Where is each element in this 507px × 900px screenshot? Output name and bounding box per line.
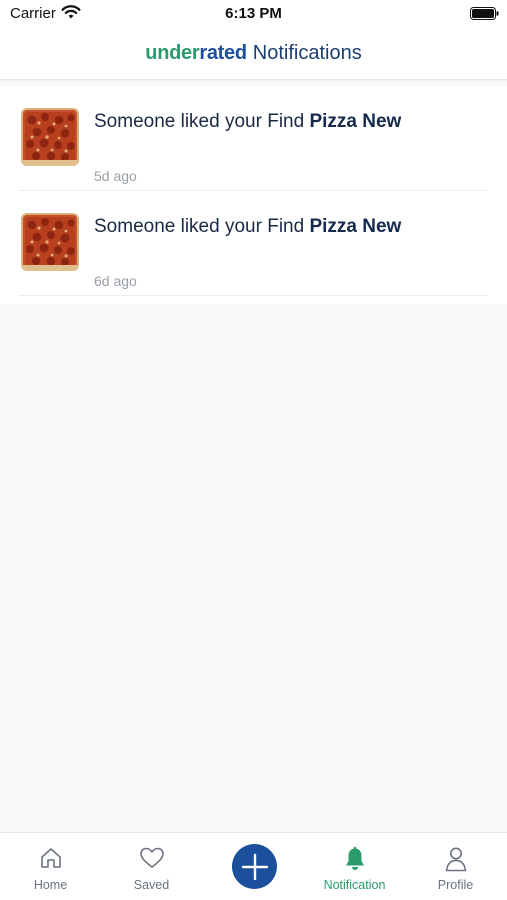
status-bar: Carrier 6:13 PM bbox=[0, 0, 507, 28]
heart-icon bbox=[139, 847, 164, 868]
tab-notification-label: Notification bbox=[323, 878, 386, 892]
tab-saved-label: Saved bbox=[133, 878, 170, 892]
person-icon bbox=[445, 847, 466, 872]
tab-home-label: Home bbox=[33, 878, 68, 892]
notification-message: Someone liked your Find Pizza New bbox=[94, 111, 401, 133]
bell-icon bbox=[345, 846, 364, 870]
brand-logo: under rated Notifications bbox=[145, 42, 361, 65]
notification-item-name: Pizza New bbox=[309, 216, 402, 237]
plus-icon bbox=[241, 853, 268, 880]
notification-message-text: Someone liked your Find bbox=[94, 216, 310, 237]
notification-item[interactable]: Someone liked your Find Pizza New 5d ago bbox=[19, 86, 488, 191]
tab-profile[interactable]: Profile bbox=[405, 833, 506, 900]
header: under rated Notifications bbox=[0, 28, 507, 80]
notification-item[interactable]: Someone liked your Find Pizza New 6d ago bbox=[19, 191, 488, 296]
battery-icon bbox=[470, 7, 499, 20]
notification-timestamp: 5d ago bbox=[94, 168, 137, 184]
notification-message: Someone liked your Find Pizza New bbox=[94, 216, 401, 238]
clock: 6:13 PM bbox=[225, 5, 282, 22]
pizza-thumbnail bbox=[21, 213, 79, 271]
notification-timestamp: 6d ago bbox=[94, 273, 137, 289]
notifications-screen: Carrier 6:13 PM under rated Notification… bbox=[0, 0, 507, 900]
pizza-thumbnail bbox=[21, 108, 79, 166]
notification-message-text: Someone liked your Find bbox=[94, 111, 310, 132]
brand-part-rated: rated bbox=[199, 42, 247, 64]
tab-saved[interactable]: Saved bbox=[101, 833, 202, 900]
home-icon bbox=[40, 848, 61, 868]
add-button[interactable] bbox=[232, 844, 277, 889]
tab-notification[interactable]: Notification bbox=[304, 833, 405, 900]
tab-bar: Home Saved Notification Profile bbox=[0, 832, 507, 900]
tab-profile-label: Profile bbox=[437, 878, 474, 892]
page-title: Notifications bbox=[252, 42, 362, 64]
brand-part-under: under bbox=[145, 42, 200, 64]
notification-item-name: Pizza New bbox=[309, 111, 402, 132]
notification-list: Someone liked your Find Pizza New 5d ago bbox=[0, 86, 507, 304]
tab-home[interactable]: Home bbox=[0, 833, 101, 900]
